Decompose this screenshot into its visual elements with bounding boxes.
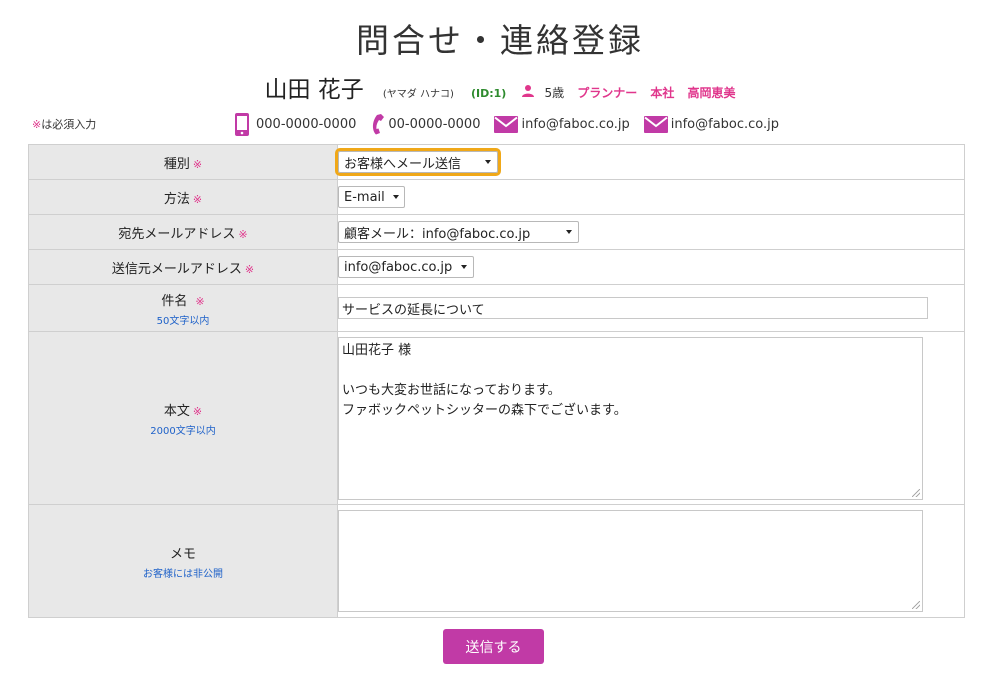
mail-icon — [643, 115, 668, 133]
memo-label-cell: メモ お客様には非公開 — [28, 504, 338, 618]
mobile-phone-icon — [235, 112, 249, 136]
method-label-cell: 方法 ※ — [28, 179, 338, 215]
to-address-label-cell: 宛先メールアドレス ※ — [28, 214, 338, 250]
required-mark: ※ — [192, 404, 203, 418]
body-label-cell: 本文 ※ 2000文字以内 — [28, 331, 338, 505]
type-field-cell: お客様へメール送信 — [335, 144, 965, 180]
method-select-value: E-mail — [344, 189, 385, 205]
customer-id: (ID:1) — [470, 87, 507, 100]
customer-name: 山田 花子 — [264, 77, 364, 103]
memo-field-cell — [337, 504, 965, 618]
person-icon — [522, 85, 535, 97]
required-mark: ※ — [32, 118, 42, 131]
type-select[interactable]: お客様へメール送信 — [335, 148, 501, 176]
resize-grip-icon[interactable] — [912, 601, 920, 609]
form-row-memo: メモ お客様には非公開 — [28, 504, 965, 618]
to-address-select[interactable]: 顧客メール：info@faboc.co.jp — [338, 221, 579, 243]
resize-grip-icon[interactable] — [912, 488, 920, 497]
to-address-label: 宛先メールアドレス — [118, 226, 236, 242]
customer-age: 5歳 — [544, 86, 565, 100]
form-row-subject: 件名 ※ 50文字以内 — [28, 284, 965, 332]
email-address-2: info@faboc.co.jp — [670, 116, 780, 132]
phone-icon — [373, 114, 385, 135]
from-address-select-value: info@faboc.co.jp — [344, 259, 453, 275]
mail-icon — [494, 115, 519, 133]
body-limit-note: 2000文字以内 — [150, 425, 216, 437]
required-note: ※は必須入力 — [32, 116, 96, 132]
branch-name: 本社 — [650, 86, 675, 100]
method-label: 方法 — [163, 191, 190, 207]
memo-textarea[interactable] — [338, 510, 923, 612]
staff-name: 高岡恵美 — [687, 86, 736, 100]
page-title: 問合せ・連絡登録 — [356, 21, 644, 60]
memo-private-note: お客様には非公開 — [143, 568, 223, 580]
customer-kana: (ヤマダ ハナコ) — [382, 89, 454, 100]
body-line: 山田花子 様 — [342, 342, 412, 358]
required-mark: ※ — [195, 294, 205, 308]
email-address-1: info@faboc.co.jp — [521, 116, 630, 132]
body-line — [342, 361, 920, 381]
customer-summary: 山田 花子 (ヤマダ ハナコ) (ID:1) 5歳 プランナー 本社 高岡恵美 — [0, 70, 1000, 104]
type-label: 種別 — [163, 156, 190, 172]
required-note-text: は必須入力 — [41, 118, 97, 131]
body-textarea[interactable]: 山田花子 様 いつも大変お世話になっております。 ファボックペットシッターの森下… — [338, 336, 923, 500]
memo-label: メモ — [169, 546, 196, 562]
contact-info: 000-0000-0000 00-0000-0000 info@faboc.co… — [234, 112, 793, 136]
subject-label-cell: 件名 ※ 50文字以内 — [28, 284, 338, 332]
subject-limit-note: 50文字以内 — [156, 315, 210, 327]
type-label-cell: 種別 ※ — [28, 144, 338, 180]
from-address-select[interactable]: info@faboc.co.jp — [338, 256, 474, 279]
required-mark: ※ — [192, 157, 203, 171]
planner-label: プランナー — [577, 86, 638, 100]
form-row-to-address: 宛先メールアドレス ※ 顧客メール：info@faboc.co.jp — [28, 214, 965, 250]
phone-number: 00-0000-0000 — [388, 116, 481, 132]
required-mark: ※ — [238, 227, 248, 241]
chevron-down-icon — [566, 230, 572, 234]
body-line: いつも大変お世話になっております。 — [342, 382, 561, 398]
from-address-label-cell: 送信元メールアドレス ※ — [28, 249, 338, 285]
body-field-cell: 山田花子 様 いつも大変お世話になっております。 ファボックペットシッターの森下… — [337, 331, 965, 505]
required-mark: ※ — [244, 262, 255, 276]
type-select-value: お客様へメール送信 — [344, 156, 462, 172]
to-address-field-cell: 顧客メール：info@faboc.co.jp — [337, 214, 965, 250]
chevron-down-icon — [485, 160, 491, 164]
subject-input[interactable] — [338, 297, 928, 319]
submit-button[interactable]: 送信する — [443, 629, 544, 664]
body-line: ファボックペットシッターの森下でございます。 — [342, 402, 627, 418]
form-row-method: 方法 ※ E-mail — [28, 179, 965, 215]
required-mark: ※ — [192, 192, 203, 206]
body-label: 本文 — [163, 403, 190, 419]
form-row-from-address: 送信元メールアドレス ※ info@faboc.co.jp — [28, 249, 965, 285]
form-row-body: 本文 ※ 2000文字以内 山田花子 様 いつも大変お世話になっております。 ファ… — [28, 331, 965, 505]
subject-field-cell — [337, 284, 965, 332]
contact-form: 種別 ※ お客様へメール送信 方法 ※ E-mail 宛先メールアドレス ※ 顧客メー… — [28, 144, 965, 618]
mobile-number: 000-0000-0000 — [256, 116, 357, 132]
to-address-select-value: 顧客メール：info@faboc.co.jp — [344, 226, 531, 242]
from-address-label: 送信元メールアドレス — [111, 261, 242, 277]
method-select[interactable]: E-mail — [338, 186, 405, 209]
from-address-field-cell: info@faboc.co.jp — [337, 249, 965, 285]
method-field-cell: E-mail — [337, 179, 965, 215]
chevron-down-icon — [461, 265, 467, 270]
subject-label: 件名 — [161, 293, 188, 309]
chevron-down-icon — [392, 195, 399, 200]
form-row-type: 種別 ※ お客様へメール送信 — [28, 144, 965, 180]
